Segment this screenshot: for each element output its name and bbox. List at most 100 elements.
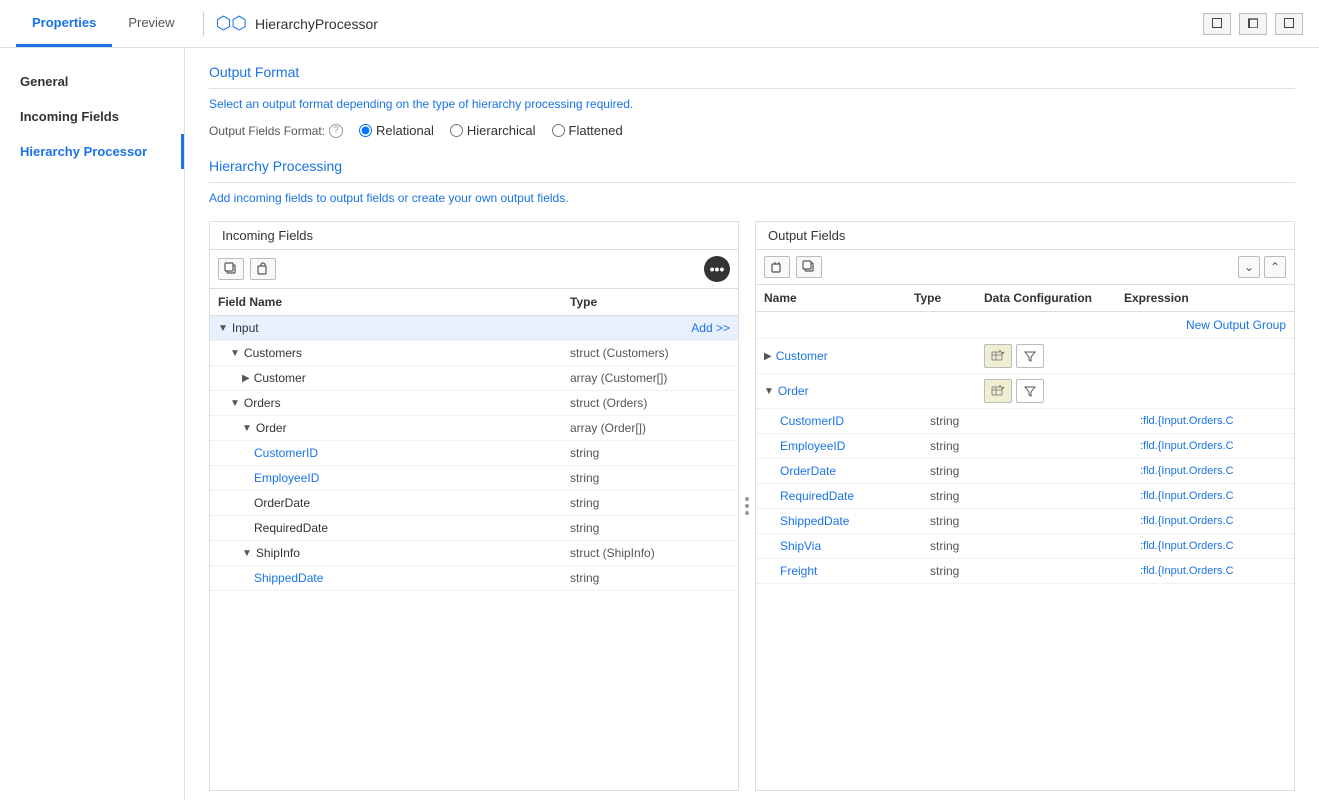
sidebar: General Incoming Fields Hierarchy Proces… — [0, 48, 185, 800]
output-field-type: string — [930, 464, 1000, 478]
output-row[interactable]: CustomerID string :fld.{Input.Orders.C — [756, 409, 1294, 434]
output-row[interactable]: RequiredDate string :fld.{Input.Orders.C — [756, 484, 1294, 509]
field-type: string — [570, 521, 730, 535]
add-field-btn[interactable]: Add >> — [691, 321, 730, 335]
tree-row[interactable]: ▼ Orders struct (Orders) — [210, 391, 738, 416]
hierarchy-processing-section: Hierarchy Processing Add incoming fields… — [209, 158, 1295, 791]
splitter-dot — [745, 504, 749, 508]
chevron-icon[interactable]: ▶ — [764, 351, 772, 362]
output-expr: :fld.{Input.Orders.C — [1140, 440, 1286, 452]
out-col-name: Name — [764, 291, 914, 305]
output-row[interactable]: ShippedDate string :fld.{Input.Orders.C — [756, 509, 1294, 534]
window-btn-1[interactable]: ☐ — [1203, 13, 1231, 35]
output-scroll: New Output Group ▶ Customer — [756, 312, 1294, 790]
output-pane-header: Output Fields — [756, 222, 1294, 250]
filter-btn[interactable] — [1016, 344, 1044, 368]
field-type: array (Order[]) — [570, 421, 730, 435]
config-btn[interactable] — [984, 344, 1012, 368]
chevron-icon[interactable]: ▼ — [230, 398, 240, 409]
tree-row[interactable]: ▼ Input Add >> — [210, 316, 738, 341]
filter-btn[interactable] — [1016, 379, 1044, 403]
config-btn[interactable] — [984, 379, 1012, 403]
tree-row[interactable]: ▼ Order array (Order[]) — [210, 416, 738, 441]
incoming-pane: Incoming Fields — [209, 221, 739, 791]
output-row[interactable]: OrderDate string :fld.{Input.Orders.C — [756, 459, 1294, 484]
tree-row[interactable]: OrderDate string — [210, 491, 738, 516]
field-name: Input — [232, 321, 259, 335]
sidebar-item-incoming-fields[interactable]: Incoming Fields — [0, 99, 184, 134]
output-config — [984, 344, 1124, 368]
incoming-paste-btn[interactable] — [250, 258, 276, 280]
output-format-title: Output Format — [209, 64, 1295, 89]
radio-row: Output Fields Format: ? Relational Hiera… — [209, 123, 1295, 138]
chevron-icon[interactable]: ▶ — [242, 373, 250, 384]
tab-properties[interactable]: Properties — [16, 1, 112, 47]
out-col-expr: Expression — [1124, 291, 1286, 305]
new-output-group-btn[interactable]: New Output Group — [756, 312, 1294, 339]
output-field-name: ShipVia — [780, 539, 821, 553]
field-type: string — [570, 446, 730, 460]
output-field-type: string — [930, 414, 1000, 428]
move-down-btn[interactable]: ⌄ — [1238, 256, 1260, 278]
field-name: CustomerID — [254, 446, 318, 460]
chevron-icon[interactable]: ▼ — [242, 423, 252, 434]
out-col-type: Type — [914, 291, 984, 305]
window-btn-3[interactable]: ☐ — [1275, 13, 1303, 35]
field-name: ShipInfo — [256, 546, 300, 560]
app-icon: ⬡⬡ — [216, 13, 247, 34]
info-icon[interactable]: ? — [329, 124, 343, 138]
chevron-icon[interactable]: ▼ — [242, 548, 252, 559]
radio-flattened[interactable]: Flattened — [552, 123, 623, 138]
tree-row[interactable]: ▼ ShipInfo struct (ShipInfo) — [210, 541, 738, 566]
window-btn-2[interactable]: ⧠ — [1239, 13, 1267, 35]
output-row[interactable]: ShipVia string :fld.{Input.Orders.C — [756, 534, 1294, 559]
output-table-header: Name Type Data Configuration Expression — [756, 285, 1294, 312]
chevron-icon[interactable]: ▼ — [764, 386, 774, 397]
window-controls: ☐ ⧠ ☐ — [1203, 13, 1303, 35]
field-type: string — [570, 471, 730, 485]
pane-splitter[interactable] — [739, 221, 755, 791]
out-col-config: Data Configuration — [984, 291, 1124, 305]
sidebar-item-general[interactable]: General — [0, 64, 184, 99]
tree-row[interactable]: ▼ Customers struct (Customers) — [210, 341, 738, 366]
two-pane: Incoming Fields — [209, 221, 1295, 791]
radio-hierarchical[interactable]: Hierarchical — [450, 123, 536, 138]
output-row[interactable]: Freight string :fld.{Input.Orders.C — [756, 559, 1294, 584]
output-field-type: string — [930, 539, 1000, 553]
tree-row[interactable]: EmployeeID string — [210, 466, 738, 491]
output-field-type: string — [930, 514, 1000, 528]
chevron-icon[interactable]: ▼ — [218, 323, 228, 334]
output-toolbar-right: ⌄ ⌃ — [1238, 256, 1286, 278]
output-row[interactable]: EmployeeID string :fld.{Input.Orders.C — [756, 434, 1294, 459]
radio-label: Output Fields Format: ? — [209, 124, 343, 138]
chevron-icon[interactable]: ▼ — [230, 348, 240, 359]
tree-row[interactable]: RequiredDate string — [210, 516, 738, 541]
main-layout: General Incoming Fields Hierarchy Proces… — [0, 48, 1319, 800]
move-up-btn[interactable]: ⌃ — [1264, 256, 1286, 278]
radio-relational[interactable]: Relational — [359, 123, 434, 138]
field-name: Orders — [244, 396, 281, 410]
hp-desc: Add incoming fields to output fields or … — [209, 191, 1295, 205]
output-field-name: Order — [778, 384, 809, 398]
output-expr: :fld.{Input.Orders.C — [1140, 465, 1286, 477]
tab-preview[interactable]: Preview — [112, 1, 190, 47]
tree-row[interactable]: CustomerID string — [210, 441, 738, 466]
incoming-toolbar: ••• — [210, 250, 738, 289]
incoming-tree: ▼ Input Add >> ▼ Customers — [210, 316, 738, 790]
output-format-desc: Select an output format depending on the… — [209, 97, 1295, 111]
tree-row[interactable]: ▶ Customer array (Customer[]) — [210, 366, 738, 391]
incoming-copy-btn[interactable] — [218, 258, 244, 280]
output-row[interactable]: ▼ Order — [756, 374, 1294, 409]
field-name: Customer — [254, 371, 306, 385]
output-row[interactable]: ▶ Customer — [756, 339, 1294, 374]
output-copy-btn[interactable] — [796, 256, 822, 278]
hierarchy-processing-title: Hierarchy Processing — [209, 158, 1295, 183]
sidebar-item-hierarchy-processor[interactable]: Hierarchy Processor — [0, 134, 184, 169]
output-add-btn[interactable] — [764, 256, 790, 278]
field-type: array (Customer[]) — [570, 371, 730, 385]
output-expr: :fld.{Input.Orders.C — [1140, 540, 1286, 552]
tree-row[interactable]: ShippedDate string — [210, 566, 738, 591]
app-title: HierarchyProcessor — [255, 16, 378, 32]
more-options-btn[interactable]: ••• — [704, 256, 730, 282]
output-field-name: ShippedDate — [780, 514, 849, 528]
